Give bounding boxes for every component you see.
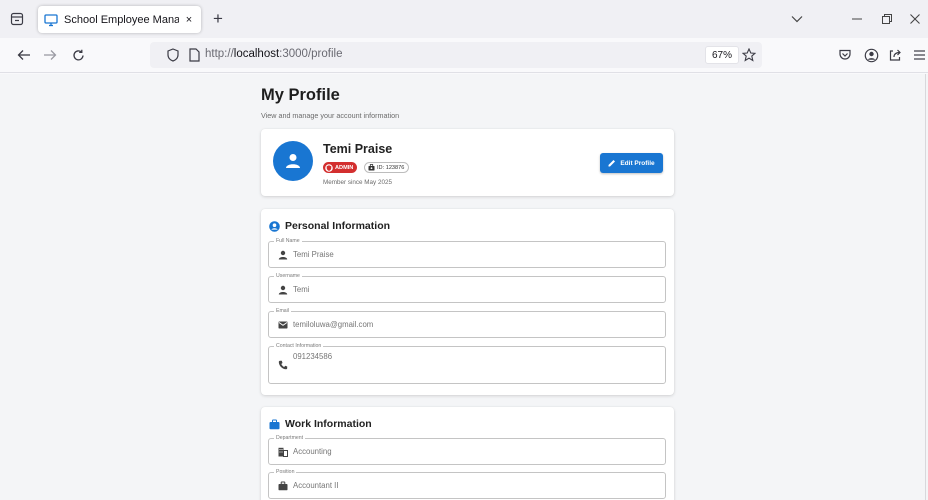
email-icon bbox=[278, 320, 288, 330]
department-icon bbox=[278, 447, 288, 457]
tab-title: School Employee Management bbox=[64, 13, 179, 26]
field-label: Contact Information bbox=[274, 342, 324, 350]
list-all-tabs-icon[interactable] bbox=[786, 8, 808, 30]
close-window-icon[interactable] bbox=[904, 8, 926, 30]
person-icon bbox=[278, 250, 288, 260]
position-field[interactable]: Position Accountant II bbox=[268, 468, 666, 499]
work-information-card: Work Information Department Accounting P… bbox=[261, 407, 674, 500]
field-label: Email bbox=[274, 307, 291, 315]
reload-icon[interactable] bbox=[68, 45, 88, 65]
tab-overview-icon[interactable] bbox=[7, 9, 27, 29]
new-tab-button[interactable]: + bbox=[208, 9, 228, 29]
page-icon[interactable] bbox=[188, 48, 200, 62]
profile-summary-card: Temi Praise ADMIN ID: 123876 Member sinc… bbox=[261, 129, 674, 196]
department-field[interactable]: Department Accounting bbox=[268, 434, 666, 465]
edit-profile-label: Edit Profile bbox=[620, 159, 655, 167]
field-value: Temi bbox=[293, 285, 310, 294]
person-icon bbox=[286, 154, 300, 168]
pocket-icon[interactable] bbox=[836, 46, 854, 64]
email-field[interactable]: Email temiloluwa@gmail.com bbox=[268, 307, 666, 338]
page-viewport: My Profile View and manage your account … bbox=[0, 74, 928, 500]
menu-icon[interactable] bbox=[910, 46, 928, 64]
forward-arrow-icon[interactable] bbox=[40, 45, 60, 65]
field-label: Username bbox=[274, 272, 302, 280]
edit-profile-button[interactable]: Edit Profile bbox=[600, 153, 663, 173]
scrollbar[interactable] bbox=[925, 74, 926, 500]
bookmark-star-icon[interactable] bbox=[740, 46, 758, 64]
pencil-icon bbox=[608, 159, 616, 167]
field-label: Department bbox=[274, 434, 306, 442]
section-title: Work Information bbox=[285, 418, 372, 430]
share-icon[interactable] bbox=[886, 46, 904, 64]
url-host: localhost bbox=[233, 48, 280, 60]
contact-information-field[interactable]: Contact Information 091234586 bbox=[268, 342, 666, 384]
url-prefix: http:// bbox=[205, 48, 234, 60]
account-circle-icon bbox=[269, 220, 280, 232]
account-icon[interactable] bbox=[862, 46, 880, 64]
briefcase-icon bbox=[278, 481, 288, 491]
section-title: Personal Information bbox=[285, 220, 391, 232]
shield-icon[interactable] bbox=[166, 48, 180, 62]
field-value: Accountant II bbox=[293, 481, 339, 490]
zoom-level-button[interactable]: 67% bbox=[705, 46, 740, 64]
avatar bbox=[273, 141, 313, 181]
field-value: 091234586 bbox=[293, 352, 333, 361]
person-icon bbox=[278, 285, 288, 295]
id-badge: ID: 123876 bbox=[364, 162, 410, 173]
member-since: Member since May 2025 bbox=[323, 179, 392, 186]
personal-information-card: Personal Information Full Name Temi Prai… bbox=[261, 209, 674, 395]
work-information-header: Work Information bbox=[269, 418, 372, 430]
url-text[interactable]: http://localhost:3000/profile bbox=[205, 48, 342, 60]
personal-information-header: Personal Information bbox=[269, 220, 390, 232]
page-subtitle: View and manage your account information bbox=[261, 111, 400, 120]
tab-close-icon[interactable]: × bbox=[183, 14, 195, 26]
browser-tab-bar: School Employee Management × + bbox=[0, 0, 928, 38]
full-name-field[interactable]: Full Name Temi Praise bbox=[268, 237, 666, 268]
role-badge: ADMIN bbox=[323, 162, 358, 173]
browser-nav-bar: http://localhost:3000/profile 67% bbox=[0, 38, 928, 73]
shield-person-icon bbox=[325, 163, 333, 172]
field-label: Full Name bbox=[274, 237, 302, 245]
tab-school-employee-management[interactable]: School Employee Management × bbox=[38, 6, 201, 33]
role-badge-label: ADMIN bbox=[335, 164, 354, 171]
url-path: :3000/profile bbox=[279, 48, 343, 60]
monitor-icon bbox=[44, 13, 58, 27]
field-value: Accounting bbox=[293, 447, 332, 456]
id-badge-icon bbox=[368, 164, 375, 171]
id-badge-label: ID: 123876 bbox=[377, 164, 405, 171]
phone-icon bbox=[278, 360, 288, 370]
minimize-icon[interactable] bbox=[846, 8, 868, 30]
briefcase-icon bbox=[269, 419, 280, 430]
restore-icon[interactable] bbox=[876, 8, 898, 30]
field-label: Position bbox=[274, 468, 297, 476]
back-arrow-icon[interactable] bbox=[14, 45, 34, 65]
profile-name: Temi Praise bbox=[323, 142, 393, 156]
field-value: Temi Praise bbox=[293, 250, 334, 259]
page-title: My Profile bbox=[261, 86, 340, 104]
username-field[interactable]: Username Temi bbox=[268, 272, 666, 303]
field-value: temiloluwa@gmail.com bbox=[293, 320, 374, 329]
address-bar[interactable]: http://localhost:3000/profile 67% bbox=[150, 42, 762, 68]
